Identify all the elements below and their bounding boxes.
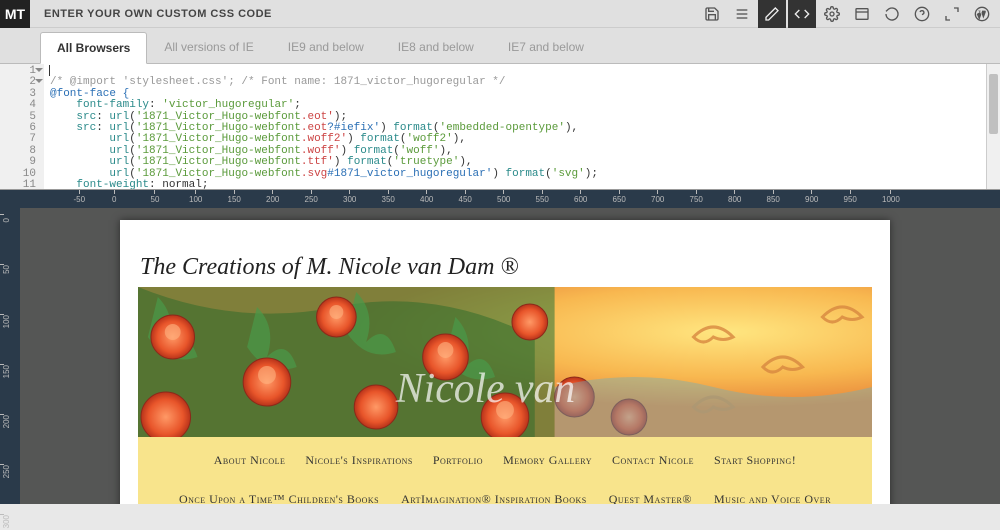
archive-icon[interactable] bbox=[848, 0, 876, 28]
editor-scrollbar[interactable] bbox=[986, 64, 1000, 189]
app-logo: MT bbox=[0, 0, 30, 28]
code-line-1: /* @import 'stylesheet.css'; /* Font nam… bbox=[50, 76, 505, 88]
tab-ie9-and-below[interactable]: IE9 and below bbox=[271, 31, 381, 63]
nav-item[interactable]: Start Shopping! bbox=[714, 453, 796, 468]
save-icon[interactable] bbox=[698, 0, 726, 28]
ruler-horizontal: -500501001502002503003504004505005506006… bbox=[0, 190, 1000, 208]
gear-icon[interactable] bbox=[818, 0, 846, 28]
nav-item[interactable]: Portfolio bbox=[433, 453, 483, 468]
svg-text:Nicole van: Nicole van bbox=[395, 366, 575, 412]
help-icon[interactable] bbox=[908, 0, 936, 28]
site-nav: About Nicole Nicole's Inspirations Portfol… bbox=[138, 437, 872, 504]
nav-item[interactable]: About Nicole bbox=[214, 453, 286, 468]
expand-icon[interactable] bbox=[938, 0, 966, 28]
tab-all-browsers[interactable]: All Browsers bbox=[40, 32, 147, 64]
list-icon[interactable] bbox=[728, 0, 756, 28]
tabbar: All BrowsersAll versions of IEIE9 and be… bbox=[0, 28, 1000, 64]
edit-icon[interactable] bbox=[758, 0, 786, 28]
panel-title: ENTER YOUR OWN CUSTOM CSS CODE bbox=[44, 8, 272, 20]
toolbar-icons bbox=[698, 0, 1000, 28]
nav-item[interactable]: Music and Voice Over bbox=[714, 492, 831, 504]
tab-ie8-and-below[interactable]: IE8 and below bbox=[381, 31, 491, 63]
nav-item[interactable]: ArtImagination® Inspiration Books bbox=[401, 492, 587, 504]
code-line-2: @font-face { bbox=[50, 88, 129, 100]
css-editor[interactable]: 1234567891011 /* @import 'stylesheet.css… bbox=[0, 64, 1000, 190]
line-gutter: 1234567891011 bbox=[0, 64, 44, 189]
site-title: The Creations of M. Nicole van Dam ® bbox=[120, 220, 890, 287]
canvas[interactable]: The Creations of M. Nicole van Dam ® N bbox=[20, 208, 1000, 504]
wordpress-icon[interactable] bbox=[968, 0, 996, 28]
banner-image: Nicole van bbox=[138, 287, 872, 437]
nav-item[interactable]: Nicole's Inspirations bbox=[305, 453, 412, 468]
workspace: 050100150200250300 The Creations of M. N… bbox=[0, 208, 1000, 504]
topbar: MT ENTER YOUR OWN CUSTOM CSS CODE bbox=[0, 0, 1000, 28]
nav-item[interactable]: Once Upon a Time™ Children's Books bbox=[179, 492, 379, 504]
code-area[interactable]: /* @import 'stylesheet.css'; /* Font nam… bbox=[44, 64, 1000, 189]
refresh-icon[interactable] bbox=[878, 0, 906, 28]
nav-item[interactable]: Contact Nicole bbox=[612, 453, 694, 468]
ruler-vertical: 050100150200250300 bbox=[0, 208, 20, 504]
tab-ie7-and-below[interactable]: IE7 and below bbox=[491, 31, 601, 63]
tab-all-versions-of-ie[interactable]: All versions of IE bbox=[147, 31, 270, 63]
nav-item[interactable]: Quest Master® bbox=[609, 492, 692, 504]
code-icon[interactable] bbox=[788, 0, 816, 28]
page-preview: The Creations of M. Nicole van Dam ® N bbox=[120, 220, 890, 504]
nav-item[interactable]: Memory Gallery bbox=[503, 453, 592, 468]
